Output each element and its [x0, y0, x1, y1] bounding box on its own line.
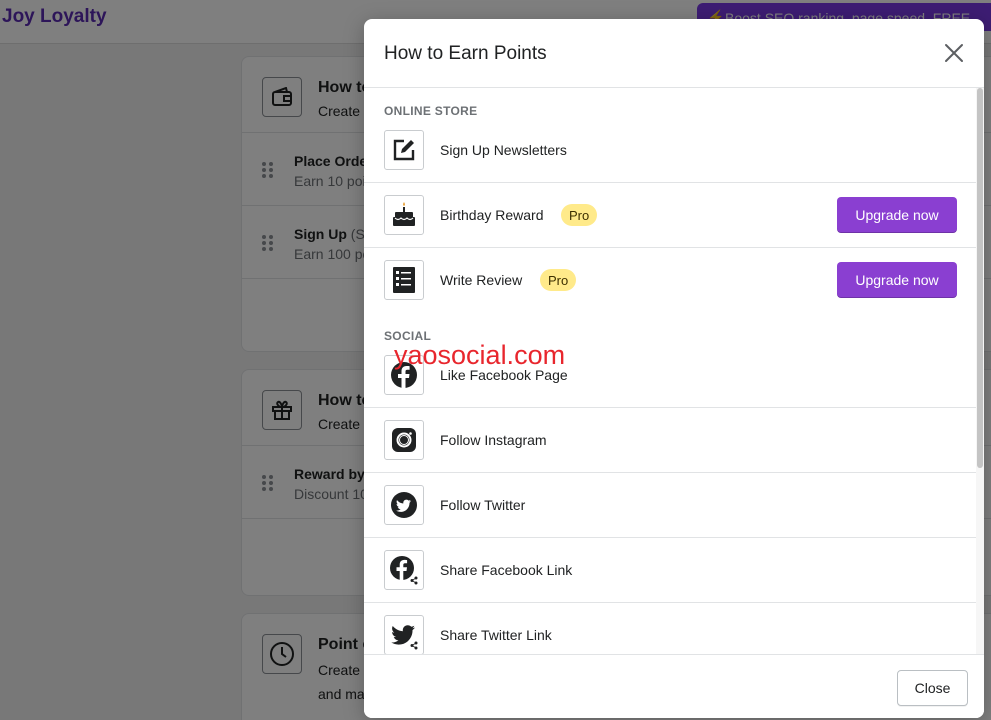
earn-option-facebook-share[interactable]: Share Facebook Link: [364, 538, 978, 603]
review-list-icon: [384, 260, 424, 300]
section-label-online-store: ONLINE STORE: [384, 104, 478, 118]
earn-option-label: Follow Instagram: [440, 432, 547, 448]
modal-body[interactable]: ONLINE STORE Sign Up Newsletters Birthda…: [364, 88, 978, 654]
earn-option-review[interactable]: Write Review Pro Upgrade now: [364, 248, 978, 313]
pro-badge: Pro: [540, 269, 577, 291]
modal-scrollbar-thumb[interactable]: [977, 88, 983, 468]
earn-option-twitter-share[interactable]: Share Twitter Link: [364, 603, 978, 654]
close-button[interactable]: Close: [897, 670, 968, 706]
watermark-text: yaosocial.com: [394, 340, 566, 370]
modal-footer: Close: [364, 654, 984, 718]
twitter-icon: [384, 485, 424, 525]
earn-option-label: Share Facebook Link: [440, 562, 573, 578]
earn-option-newsletter[interactable]: Sign Up Newsletters: [364, 118, 978, 183]
modal-title: How to Earn Points: [384, 43, 547, 64]
modal-header: How to Earn Points: [364, 19, 984, 88]
pro-badge: Pro: [561, 204, 598, 226]
edit-icon: [384, 130, 424, 170]
twitter-share-icon: [384, 615, 424, 654]
instagram-icon: [384, 420, 424, 460]
earn-option-label: Share Twitter Link: [440, 627, 552, 643]
earn-option-label: Follow Twitter: [440, 497, 526, 513]
earn-option-instagram[interactable]: Follow Instagram: [364, 408, 978, 473]
earn-option-twitter[interactable]: Follow Twitter: [364, 473, 978, 538]
earn-option-label: Birthday Reward: [440, 207, 544, 223]
earn-option-birthday[interactable]: Birthday Reward Pro Upgrade now: [364, 183, 978, 248]
upgrade-now-button[interactable]: Upgrade now: [837, 197, 957, 233]
upgrade-now-button[interactable]: Upgrade now: [837, 262, 957, 298]
birthday-cake-icon: [384, 195, 424, 235]
facebook-share-icon: [384, 550, 424, 590]
earn-option-label: Write Review: [440, 272, 523, 288]
close-icon[interactable]: [942, 41, 966, 65]
earn-option-label: Sign Up Newsletters: [440, 142, 567, 158]
